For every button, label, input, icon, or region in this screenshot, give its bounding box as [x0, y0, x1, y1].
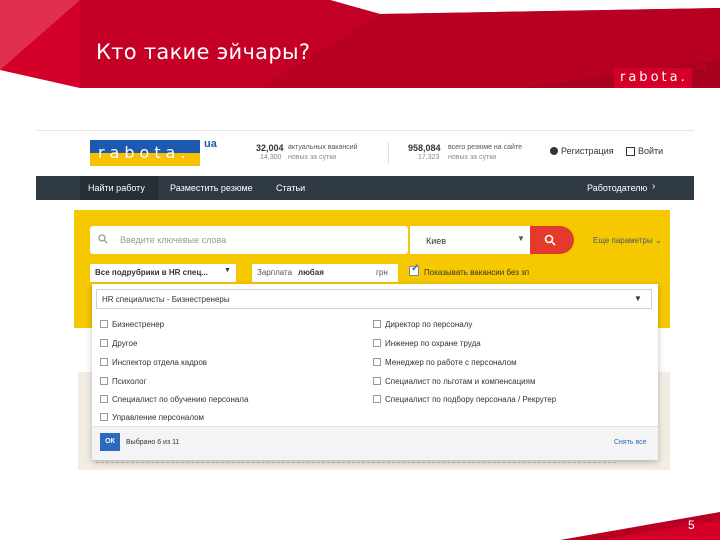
option-label: Инженер по охране труда [385, 339, 481, 348]
option-checkbox[interactable] [373, 320, 381, 328]
login-link[interactable]: Войти [626, 146, 663, 156]
login-label: Войти [638, 146, 664, 156]
option-label: Специалист по обучению персонала [112, 395, 249, 404]
checkmark-icon: ✓ [411, 263, 420, 274]
corner-logo-suffix: ua [697, 62, 707, 71]
option-checkbox[interactable] [100, 395, 108, 403]
resumes-new-count: 17,323 [418, 154, 440, 161]
page-number: 5 [688, 518, 695, 532]
search-icon [544, 234, 556, 246]
chevron-right-icon: › [652, 181, 656, 192]
caret-down-icon: ▼ [224, 267, 231, 274]
caret-down-icon: ▼ [634, 294, 642, 303]
search-icon [98, 234, 108, 244]
nav-item-employer[interactable]: Работодателю [587, 183, 647, 193]
user-icon [550, 147, 558, 155]
option-label: Другое [112, 339, 138, 348]
salary-value: любая [298, 268, 324, 277]
stats-divider [388, 142, 389, 164]
option-checkbox[interactable] [373, 395, 381, 403]
footer-background [560, 512, 720, 540]
more-params-link[interactable]: Еще параметры ⌄ [593, 236, 662, 245]
resumes-new-label: новых за сутки [448, 154, 497, 161]
caret-down-icon: ▼ [517, 234, 525, 243]
selected-count: Выбрано 6 из 11 [126, 439, 180, 446]
site-logo[interactable]: rabota. [90, 140, 200, 166]
option-label: Бизнестренер [112, 320, 165, 329]
register-label: Регистрация [561, 146, 614, 156]
slide-header: Кто такие эйчары? rabota. ua [0, 0, 720, 88]
register-link[interactable]: Регистрация [550, 146, 614, 156]
slide-title: Кто такие эйчары? [96, 40, 311, 64]
option-checkbox[interactable] [100, 377, 108, 385]
option-label: Управление персоналом [112, 413, 205, 422]
login-icon [626, 146, 635, 156]
corner-logo: rabota. [614, 68, 692, 88]
vacancies-label: актуальных вакансий [288, 144, 358, 151]
rubric-value: Все подрубрики в HR спец... [95, 268, 208, 277]
vacancies-new-label: новых за сутки [288, 154, 337, 161]
option-checkbox[interactable] [373, 377, 381, 385]
salary-label: Зарплата [257, 268, 293, 277]
nav-item-post-resume[interactable]: Разместить резюме [170, 183, 253, 193]
chevron-down-icon: ⌄ [654, 236, 662, 245]
vacancies-new-count: 14,300 [260, 154, 282, 161]
category-select-value: HR специалисты - Бизнестренеры [102, 295, 230, 304]
show-without-salary-label: Показывать вакансии без зп [424, 268, 530, 277]
option-label: Инспектор отдела кадров [112, 358, 208, 367]
option-checkbox[interactable] [100, 339, 108, 347]
option-checkbox[interactable] [100, 320, 108, 328]
option-checkbox[interactable] [373, 339, 381, 347]
vacancies-count: 32,004 [256, 143, 284, 153]
option-label: Менеджер по работе с персоналом [385, 358, 517, 367]
more-params-label: Еще параметры [593, 236, 653, 245]
deselect-all-link[interactable]: Снять все [614, 439, 647, 446]
website-screenshot: rabota. ua 32,004 актуальных вакансий 14… [36, 130, 694, 475]
option-label: Специалист по льготам и компенсациям [385, 377, 536, 386]
option-label: Специалист по подбору персонала / Рекрут… [385, 395, 557, 404]
resumes-count: 958,084 [408, 143, 441, 153]
option-checkbox[interactable] [100, 358, 108, 366]
option-checkbox[interactable] [373, 358, 381, 366]
nav-item-articles[interactable]: Статьи [276, 183, 305, 193]
option-label: Директор по персоналу [385, 320, 473, 329]
site-logo-text: rabota. [98, 143, 191, 162]
resumes-label: всего резюме на сайте [448, 144, 522, 151]
option-label: Психолог [112, 377, 147, 386]
main-nav: Найти работу Разместить резюме Статьи Ра… [36, 176, 694, 200]
ok-button[interactable]: ОК [100, 433, 120, 451]
city-value: Киев [426, 236, 447, 246]
option-checkbox[interactable] [100, 413, 108, 421]
keywords-placeholder: Введите ключевые слова [120, 235, 227, 245]
content-divider [96, 462, 616, 463]
nav-item-find-job[interactable]: Найти работу [80, 176, 158, 200]
site-logo-suffix: ua [204, 138, 217, 150]
salary-unit: грн [376, 268, 388, 277]
